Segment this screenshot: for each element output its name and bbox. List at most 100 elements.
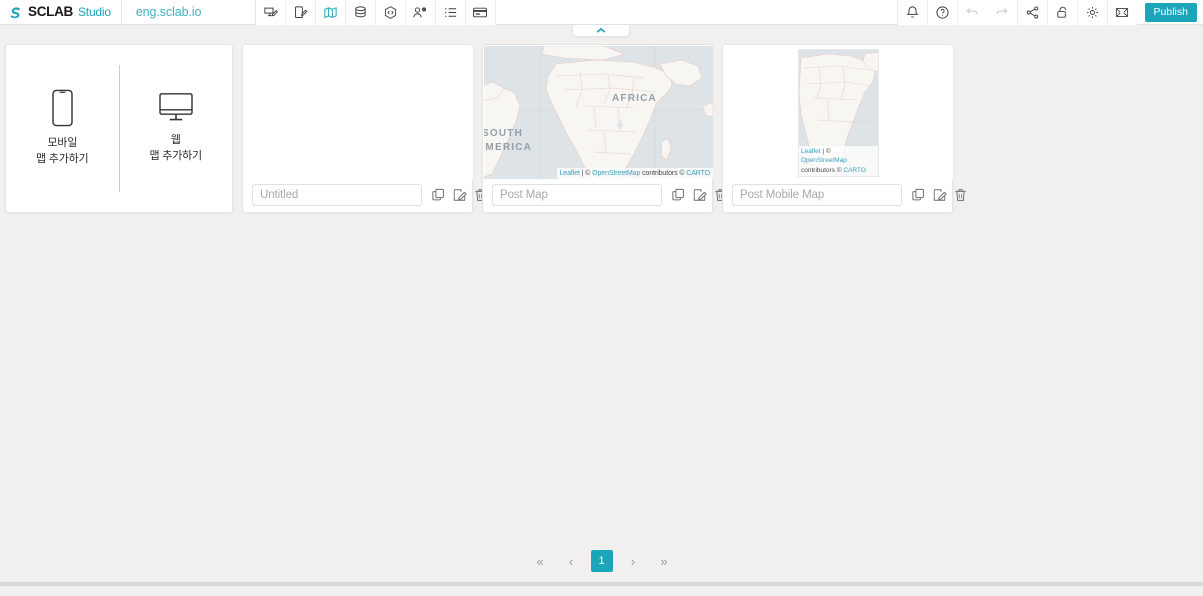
edit-icon[interactable] — [692, 187, 707, 203]
web-edit-button[interactable] — [255, 0, 286, 25]
add-mobile-map-button[interactable]: 모바일 맵 추가하기 — [6, 45, 119, 212]
api-button[interactable] — [375, 0, 406, 25]
share-button[interactable] — [1016, 0, 1047, 25]
sclab-s-icon — [10, 6, 20, 18]
delete-icon[interactable] — [953, 187, 968, 203]
code-icon — [384, 6, 396, 19]
map-card-row: 모바일 맵 추가하기 웹 맵 추가하기 Untitled AFRICA SOUT… — [5, 44, 966, 213]
gear-icon — [1086, 7, 1098, 18]
map-label-south: SOUTH — [484, 128, 523, 139]
card-button[interactable] — [465, 0, 496, 25]
pagination-page-1[interactable]: 1 — [590, 550, 613, 572]
leaflet-map-mobile[interactable]: Leaflet | © OpenStreetMap contributors ©… — [798, 49, 879, 177]
leaflet-map-web[interactable]: AFRICA SOUTH AMERICA Leaflet | © OpenStr… — [484, 46, 713, 179]
list-icon — [444, 8, 456, 17]
redo-button[interactable] — [986, 0, 1017, 25]
map-list-canvas: 모바일 맵 추가하기 웹 맵 추가하기 Untitled AFRICA SOUT… — [0, 26, 1203, 586]
card-actions — [671, 187, 728, 203]
map-title-input[interactable] — [732, 183, 902, 206]
attr-sep: | © — [820, 147, 831, 155]
members-button[interactable] — [405, 0, 436, 25]
unlock-button[interactable] — [1046, 0, 1077, 25]
mobile-preview-wrap: Leaflet | © OpenStreetMap contributors ©… — [724, 46, 953, 179]
add-mobile-line1: 모바일 — [47, 137, 78, 150]
card-footer — [483, 177, 726, 212]
map-attribution-mobile: Leaflet | © OpenStreetMap contributors ©… — [799, 145, 878, 176]
leaflet-link[interactable]: Leaflet — [560, 170, 580, 177]
undo-button[interactable] — [956, 0, 987, 25]
pagination-prev[interactable]: ‹ — [560, 550, 582, 572]
world-map-graphic — [484, 46, 713, 179]
web-edit-icon — [264, 7, 278, 17]
add-mobile-map-label: 모바일 맵 추가하기 — [36, 136, 89, 168]
attr-sep: | © — [579, 169, 593, 177]
copy-icon[interactable] — [911, 187, 926, 203]
map-button[interactable] — [315, 0, 346, 25]
top-toolbar: SCLAB Studio eng.sclab.io Publish — [0, 0, 1203, 25]
help-icon — [935, 6, 949, 19]
brand-subname: Studio — [78, 5, 111, 19]
map-title-input[interactable] — [492, 183, 662, 206]
map-card-untitled — [242, 44, 486, 213]
settings-button[interactable] — [1076, 0, 1107, 25]
osm-link[interactable]: OpenStreetMap — [801, 157, 847, 164]
leaflet-link[interactable]: Leaflet — [801, 148, 821, 155]
brand-name: SCLAB — [28, 4, 73, 20]
users-icon — [413, 7, 427, 18]
site-name[interactable]: eng.sclab.io — [122, 0, 256, 24]
desktop-monitor-icon — [159, 93, 193, 121]
copy-icon[interactable] — [431, 187, 446, 203]
attr-mid: contributors © — [801, 166, 844, 174]
map-card-post-mobile-map: Leaflet | © OpenStreetMap contributors ©… — [722, 44, 966, 213]
undo-icon — [966, 8, 978, 14]
mobile-edit-icon — [294, 6, 308, 18]
edit-icon[interactable] — [452, 187, 467, 203]
list-button[interactable] — [435, 0, 466, 25]
card-actions — [911, 187, 968, 203]
notifications-button[interactable] — [896, 0, 927, 25]
redo-icon — [996, 8, 1007, 14]
map-card-post-map: AFRICA SOUTH AMERICA Leaflet | © OpenStr… — [482, 44, 726, 213]
osm-link[interactable]: OpenStreetMap — [592, 170, 640, 177]
add-web-line1: 웹 — [170, 134, 181, 147]
add-mobile-line2: 맵 추가하기 — [36, 153, 89, 165]
fullscreen-icon — [1115, 8, 1129, 17]
carto-link[interactable]: CARTO — [843, 167, 866, 174]
map-thumbnail-blank[interactable] — [244, 46, 473, 179]
map-thumbnail-web[interactable]: AFRICA SOUTH AMERICA Leaflet | © OpenStr… — [484, 46, 713, 179]
help-button[interactable] — [926, 0, 957, 25]
add-map-card: 모바일 맵 추가하기 웹 맵 추가하기 — [5, 44, 233, 213]
bottom-strip — [0, 582, 1203, 586]
pagination-next[interactable]: › — [622, 550, 644, 572]
edit-icon[interactable] — [932, 187, 947, 203]
right-tools: Publish — [896, 0, 1203, 25]
copy-icon[interactable] — [671, 187, 686, 203]
brand-logo[interactable]: SCLAB Studio — [0, 0, 122, 24]
mobile-edit-button[interactable] — [285, 0, 316, 25]
pagination: « ‹ 1 › » — [0, 550, 1203, 572]
card-actions — [431, 187, 488, 203]
add-web-map-button[interactable]: 웹 맵 추가하기 — [120, 45, 233, 212]
card-footer — [723, 177, 966, 212]
mobile-phone-icon — [52, 89, 73, 127]
pagination-first[interactable]: « — [529, 550, 551, 572]
pagination-last[interactable]: » — [653, 550, 675, 572]
panel-collapse-tab[interactable] — [572, 25, 630, 37]
map-label-africa: AFRICA — [612, 93, 657, 104]
editor-tools — [255, 0, 496, 25]
map-title-input[interactable] — [252, 183, 422, 206]
add-web-line2: 맵 추가하기 — [149, 150, 203, 162]
chevron-up-icon — [596, 27, 606, 33]
database-button[interactable] — [345, 0, 376, 25]
bell-icon — [905, 6, 919, 18]
share-icon — [1026, 6, 1038, 19]
map-icon — [324, 7, 337, 19]
carto-link[interactable]: CARTO — [686, 170, 710, 177]
publish-button[interactable]: Publish — [1144, 3, 1197, 22]
map-thumbnail-mobile[interactable]: Leaflet | © OpenStreetMap contributors ©… — [724, 46, 953, 179]
fullscreen-button[interactable] — [1106, 0, 1137, 25]
attr-mid: contributors © — [640, 169, 687, 177]
map-label-america: AMERICA — [484, 142, 533, 153]
database-icon — [355, 6, 366, 18]
